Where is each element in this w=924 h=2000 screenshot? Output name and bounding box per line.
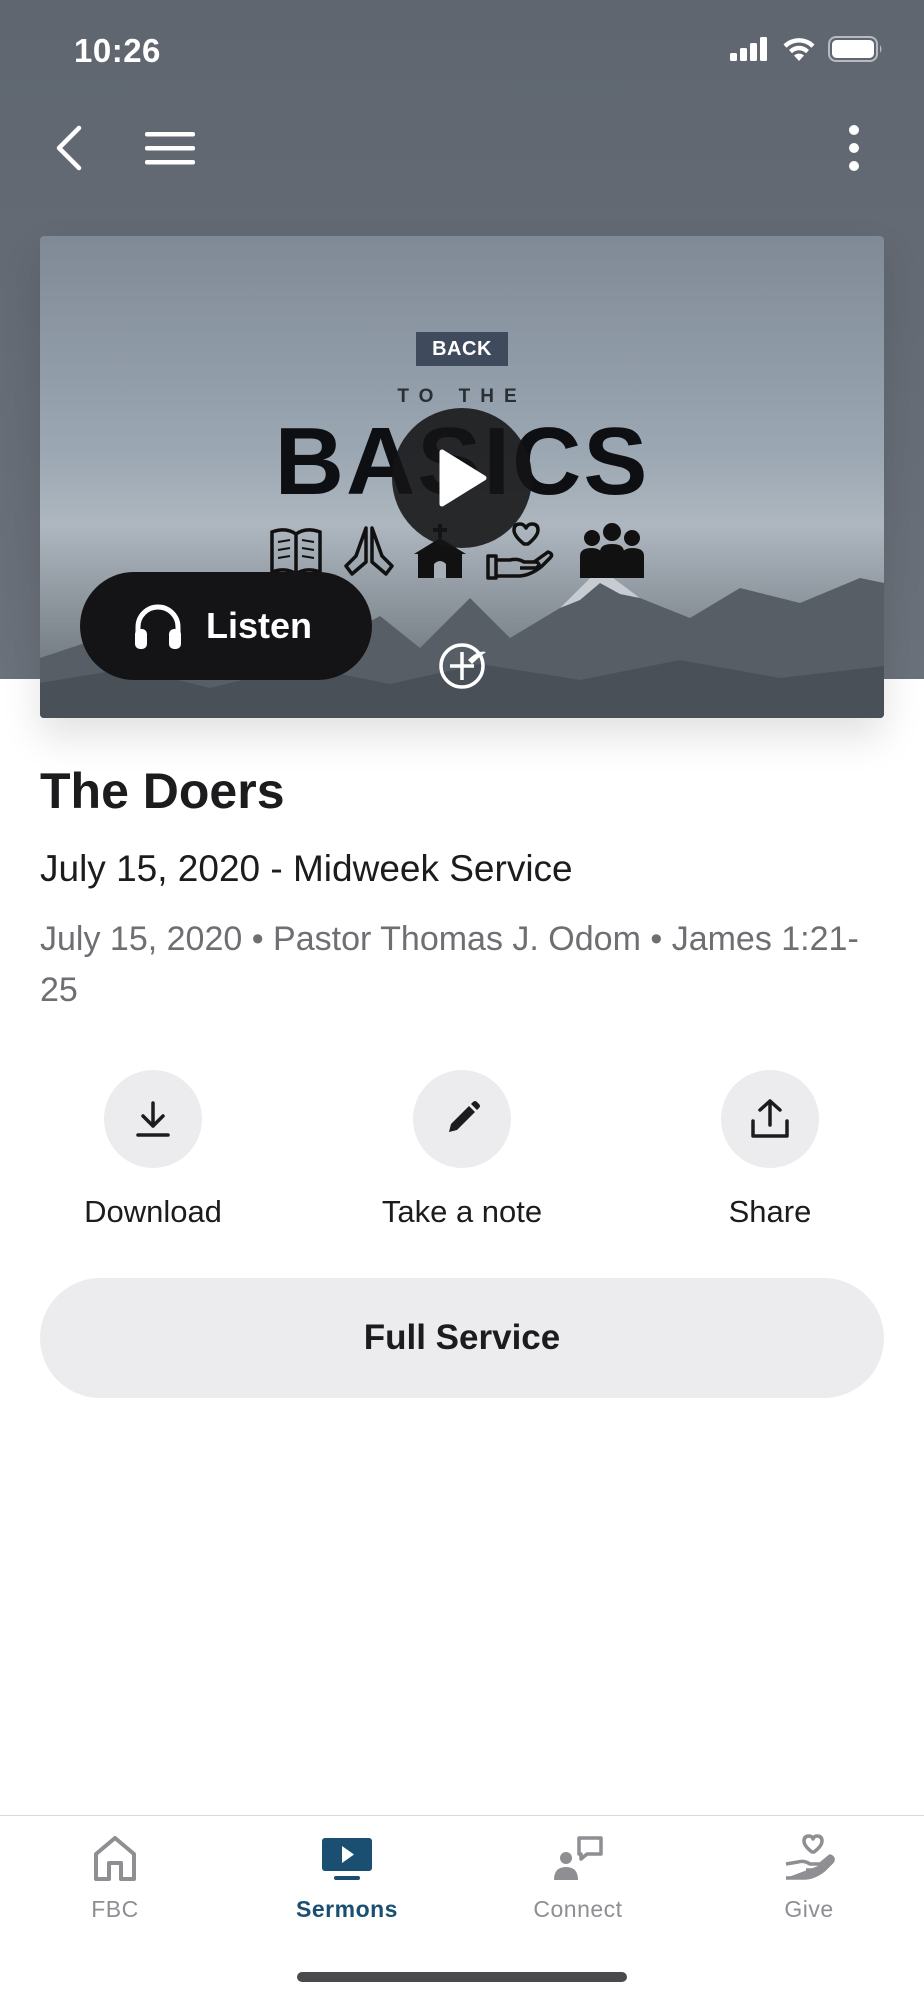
tab-sermons-label: Sermons	[296, 1896, 398, 1922]
heart-hand-icon	[785, 1834, 835, 1880]
artwork-badge: BACK	[416, 332, 508, 366]
menu-button[interactable]	[140, 110, 200, 186]
battery-icon	[828, 36, 882, 62]
back-chevron-icon	[56, 125, 82, 171]
status-bar: 10:26	[0, 0, 924, 100]
sermon-artwork: BACK TO THE BASICS	[40, 236, 884, 718]
home-icon	[94, 1836, 136, 1881]
tab-give[interactable]: Give	[729, 1834, 889, 1923]
sermon-title: The Doers	[40, 763, 285, 819]
wifi-icon	[783, 38, 815, 61]
status-icons	[730, 36, 884, 62]
praying-hands-icon	[344, 526, 394, 576]
tab-connect-label: Connect	[533, 1896, 623, 1922]
tab-fbc[interactable]: FBC	[35, 1834, 195, 1923]
download-icon	[136, 1101, 170, 1137]
sermon-actions: Download Take a note Share	[0, 1070, 924, 1240]
more-options-button[interactable]	[836, 110, 872, 186]
download-circle	[104, 1070, 202, 1168]
home-indicator	[297, 1972, 627, 1982]
sermon-meta: July 15, 2020 • Pastor Thomas J. Odom • …	[40, 920, 859, 1009]
play-icon	[439, 449, 487, 507]
status-time: 10:26	[74, 32, 161, 69]
hamburger-menu-icon	[145, 132, 195, 165]
bible-icon	[270, 528, 322, 577]
listen-label: Listen	[206, 605, 313, 646]
signal-icon	[730, 37, 767, 61]
share-button[interactable]: Share	[650, 1070, 890, 1230]
pencil-icon	[449, 1101, 480, 1132]
download-button[interactable]: Download	[33, 1070, 273, 1230]
tab-connect[interactable]: Connect	[498, 1834, 658, 1923]
share-label: Share	[728, 1194, 812, 1229]
tab-sermons[interactable]: Sermons	[267, 1834, 427, 1923]
tab-give-label: Give	[784, 1896, 834, 1922]
church-logo-icon	[439, 643, 486, 689]
back-button[interactable]	[44, 110, 94, 186]
sermon-subtitle: July 15, 2020 - Midweek Service	[40, 848, 573, 889]
take-a-note-label: Take a note	[381, 1194, 543, 1229]
tv-play-icon	[322, 1838, 372, 1880]
artwork-kicker: TO THE	[397, 386, 527, 407]
take-a-note-button[interactable]: Take a note	[342, 1070, 582, 1230]
share-circle	[721, 1070, 819, 1168]
headphones-icon	[135, 604, 181, 649]
note-circle	[413, 1070, 511, 1168]
share-icon	[751, 1099, 789, 1138]
chat-person-icon	[554, 1836, 603, 1880]
full-service-button[interactable]: Full Service	[40, 1278, 884, 1398]
people-icon	[580, 523, 644, 578]
listen-button[interactable]: Listen	[80, 572, 372, 680]
more-vertical-icon	[849, 125, 859, 171]
top-navigation-bar	[0, 110, 924, 186]
tab-fbc-label: FBC	[91, 1896, 139, 1922]
play-button[interactable]	[392, 408, 532, 548]
download-label: Download	[84, 1194, 222, 1229]
